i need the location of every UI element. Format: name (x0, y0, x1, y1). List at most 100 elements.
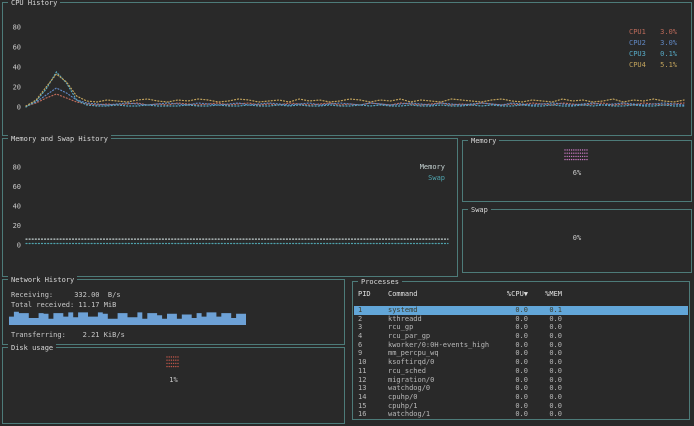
disk-usage-gauge: 1% (3, 356, 344, 384)
process-command: kworker/0:0H-events_high (388, 341, 494, 350)
cpu-legend-label: CPU3 (629, 50, 646, 58)
memory-gauge-title: Memory (468, 137, 499, 145)
y-axis-tick: 20 (13, 84, 21, 92)
y-axis-tick: 60 (13, 44, 21, 52)
disk-usage-panel: Disk usage 1% (2, 347, 345, 424)
cpu-legend-value: 3.0% (660, 28, 677, 36)
cpu-legend-item: CPU45.1% (629, 61, 677, 69)
network-history-panel: Network History Receiving: 332.00 B/s To… (2, 279, 345, 345)
network-history-title: Network History (8, 276, 77, 284)
cpu-legend-label: CPU2 (629, 39, 646, 47)
process-header-cpu: %CPU▼ (498, 290, 528, 299)
process-table: 1systemd0.00.12kthreadd0.00.03rcu_gp0.00… (354, 306, 688, 419)
swap-gauge-title: Swap (468, 206, 491, 214)
memory-gauge-panel: Memory 6% (462, 140, 692, 202)
process-mem: 0.0 (532, 410, 562, 419)
network-receive-sparkline (9, 311, 246, 325)
process-command: watchdog/0 (388, 384, 494, 393)
process-row-selected[interactable]: 1systemd0.00.1 (354, 306, 688, 315)
process-header-command: Command (388, 290, 494, 299)
process-mem: 0.0 (532, 358, 562, 367)
process-cpu: 0.0 (498, 384, 528, 393)
process-cpu: 0.0 (498, 315, 528, 324)
memory-swap-legend: MemorySwap (420, 163, 445, 182)
process-command: ksoftirqd/0 (388, 358, 494, 367)
process-header-pid: PID (358, 290, 384, 299)
memory-swap-history-chart: 020406080 (4, 141, 456, 275)
process-pid: 6 (358, 341, 384, 350)
process-mem: 0.0 (532, 384, 562, 393)
process-row[interactable]: 14cpuhp/00.00.0 (354, 393, 688, 402)
process-command: systemd (388, 306, 494, 315)
process-cpu: 0.0 (498, 341, 528, 350)
process-row[interactable]: 6kworker/0:0H-events_high0.00.0 (354, 341, 688, 350)
y-axis-tick: 0 (17, 242, 21, 250)
process-pid: 13 (358, 384, 384, 393)
process-row[interactable]: 11rcu_sched0.00.0 (354, 367, 688, 376)
system-monitor-screen: CPU History 020406080 CPU13.0%CPU23.0%CP… (0, 0, 694, 426)
cpu-legend-value: 5.1% (660, 61, 677, 69)
process-mem: 0.0 (532, 332, 562, 341)
memory-usage-dots-icon (564, 149, 589, 163)
process-pid: 12 (358, 376, 384, 385)
process-pid: 3 (358, 323, 384, 332)
network-receiving-text: Receiving: 332.00 B/s (11, 291, 121, 299)
process-mem: 0.0 (532, 323, 562, 332)
y-axis-tick: 80 (13, 163, 21, 171)
process-pid: 9 (358, 349, 384, 358)
cpu-legend: CPU1 3.0% CPU2 3.0% CPU30.1% CPU45.1% (629, 28, 677, 69)
process-mem: 0.0 (532, 367, 562, 376)
sparkline-area (9, 312, 246, 325)
disk-usage-title: Disk usage (8, 344, 56, 352)
process-row[interactable]: 3rcu_gp0.00.0 (354, 323, 688, 332)
swap-gauge-panel: Swap 0% (462, 209, 692, 273)
process-cpu: 0.0 (498, 376, 528, 385)
process-pid: 11 (358, 367, 384, 376)
memory-swap-history-panel: Memory and Swap History 020406080 Memory… (2, 138, 458, 277)
disk-usage-percent: 1% (169, 376, 177, 384)
process-mem: 0.0 (532, 349, 562, 358)
cpu-history-panel: CPU History 020406080 CPU13.0%CPU23.0%CP… (2, 2, 692, 136)
y-axis-tick: 40 (13, 202, 21, 210)
processes-panel: Processes PIDCommand%CPU▼%MEM 1systemd0.… (352, 281, 690, 420)
process-cpu: 0.0 (498, 323, 528, 332)
process-header-mem: %MEM (532, 290, 562, 299)
cpu-legend-item: CPU1 3.0% (629, 28, 677, 36)
memory-legend-label: Memory (420, 163, 445, 171)
process-command: rcu_par_gp (388, 332, 494, 341)
swap-gauge: 0% (463, 218, 691, 242)
process-row[interactable]: 16watchdog/10.00.0 (354, 410, 688, 419)
process-pid: 2 (358, 315, 384, 324)
process-cpu: 0.0 (498, 332, 528, 341)
process-cpu: 0.0 (498, 410, 528, 419)
process-cpu: 0.0 (498, 393, 528, 402)
process-table-header: PID Command %CPU▼ %MEM (354, 290, 688, 299)
process-cpu: 0.0 (498, 367, 528, 376)
process-pid: 14 (358, 393, 384, 402)
process-pid: 10 (358, 358, 384, 367)
process-mem: 0.1 (532, 306, 562, 315)
process-mem: 0.0 (532, 315, 562, 324)
cpu-legend-label: CPU1 (629, 28, 646, 36)
process-row[interactable]: 13 watchdog/0 0.0 0.0 (354, 384, 688, 393)
process-pid: 15 (358, 402, 384, 411)
cpu2-history-line (26, 88, 684, 106)
cpu4-history-line (26, 74, 684, 106)
network-transferring-text: Transferring: 2.21 KiB/s (11, 331, 125, 339)
process-row[interactable]: 12migration/00.00.0 (354, 376, 688, 385)
network-total-received-text: Total received: 11.17 MiB (11, 301, 116, 309)
process-command: watchdog/1 (388, 410, 494, 419)
process-mem: 0.0 (532, 402, 562, 411)
process-row[interactable]: 10 ksoftirqd/0 0.0 0.0 (354, 358, 688, 367)
process-cpu: 0.0 (498, 358, 528, 367)
process-command: mm_percpu_wq (388, 349, 494, 358)
process-row[interactable]: 15cpuhp/10.00.0 (354, 402, 688, 411)
cpu-legend-item: CPU30.1% (629, 50, 677, 58)
process-pid: 1 (358, 306, 384, 315)
process-row[interactable]: 9mm_percpu_wq0.00.0 (354, 349, 688, 358)
process-row[interactable]: 4rcu_par_gp0.00.0 (354, 332, 688, 341)
disk-usage-dots-icon (166, 356, 180, 370)
process-row[interactable]: 2 kthreadd 0.0 0.0 (354, 315, 688, 324)
memory-gauge: 6% (463, 149, 691, 177)
process-command: kthreadd (388, 315, 494, 324)
